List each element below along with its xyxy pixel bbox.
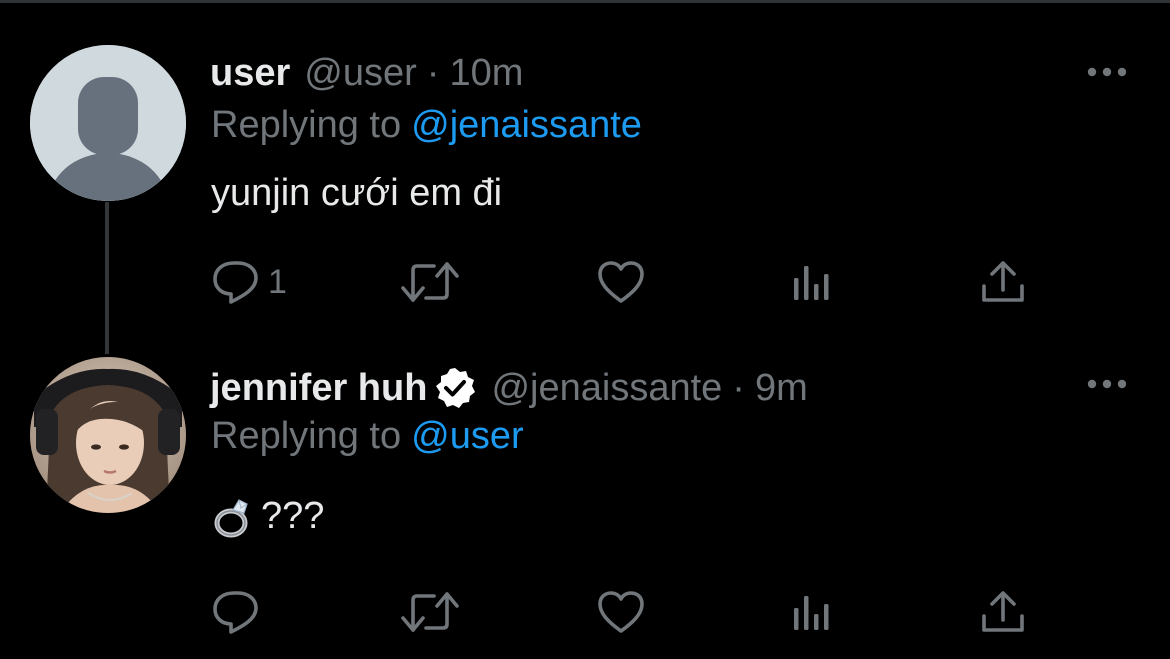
more-options-button[interactable] (1082, 58, 1132, 86)
separator-dot: · (426, 51, 440, 94)
more-dots-icon (1087, 67, 1127, 77)
more-dots-icon (1087, 379, 1127, 389)
user-handle[interactable]: @jenaissante (491, 367, 722, 410)
reply-button[interactable]: 1 (212, 257, 287, 307)
share-icon (982, 261, 1024, 302)
tweet-text-content: ??? (261, 495, 325, 537)
replying-to: Replying to @jenaissante (211, 100, 642, 150)
retweet-icon (401, 262, 459, 302)
heart-icon (598, 591, 644, 633)
reply-icon (213, 591, 258, 634)
views-button[interactable] (790, 587, 834, 637)
display-name[interactable]: jennifer huh (210, 367, 427, 410)
replying-to: Replying to @user (211, 411, 524, 461)
replying-to-mention[interactable]: @jenaissante (411, 104, 642, 147)
views-chart-icon (794, 596, 829, 630)
reply-count: 1 (268, 262, 287, 301)
views-button[interactable] (790, 257, 834, 307)
more-options-button[interactable] (1082, 370, 1132, 398)
avatar[interactable] (30, 45, 186, 201)
profile-photo (30, 357, 186, 513)
like-button[interactable] (597, 257, 645, 307)
user-handle[interactable]: @user (304, 52, 417, 95)
tweet-text: yunjin cưới em đi (211, 172, 503, 214)
retweet-button[interactable] (401, 587, 459, 637)
heart-icon (598, 261, 644, 303)
verified-badge-icon (433, 366, 477, 410)
replying-to-mention[interactable]: @user (411, 415, 524, 458)
timestamp[interactable]: 10m (449, 52, 523, 95)
retweet-button[interactable] (401, 257, 459, 307)
share-icon (982, 591, 1024, 632)
display-name[interactable]: user (210, 52, 290, 95)
tweet[interactable]: jennifer huh @jenaissante · 9m Replying … (0, 340, 1170, 659)
views-chart-icon (794, 266, 829, 300)
share-button[interactable] (980, 587, 1026, 637)
tweet-header: jennifer huh @jenaissante · 9m (210, 363, 808, 413)
like-button[interactable] (597, 587, 645, 637)
tweet-text: ??? (211, 495, 324, 538)
avatar[interactable] (30, 357, 186, 513)
retweet-icon (401, 592, 459, 632)
replying-to-label: Replying to (211, 103, 402, 146)
share-button[interactable] (980, 257, 1026, 307)
reply-icon (213, 261, 258, 304)
replying-to-label: Replying to (211, 414, 402, 457)
tweet[interactable]: user @user · 10m Replying to @jenaissant… (0, 0, 1170, 340)
tweet-header: user @user · 10m (210, 48, 523, 98)
separator-dot: · (732, 366, 745, 409)
timestamp[interactable]: 9m (755, 367, 808, 410)
default-avatar-icon (30, 45, 186, 201)
ring-icon (211, 496, 253, 538)
reply-button[interactable] (212, 587, 260, 637)
